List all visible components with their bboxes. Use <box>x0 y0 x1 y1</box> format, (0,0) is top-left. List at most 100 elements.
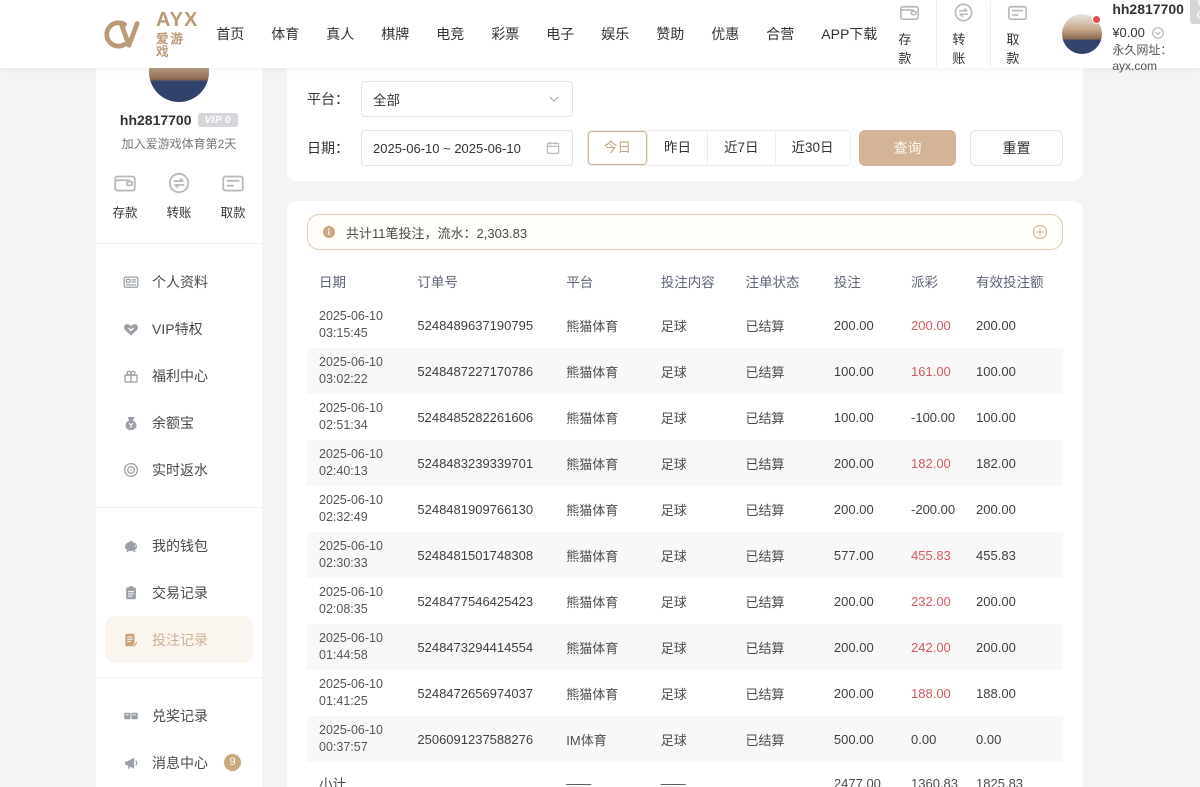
sidebar-item-label: 余额宝 <box>152 413 194 433</box>
cell-date: 2025-06-1002:40:13 <box>307 440 417 486</box>
cell-bet-amount: 200.00 <box>834 486 911 532</box>
rebate-icon <box>122 461 140 479</box>
expand-plus-icon[interactable] <box>1031 223 1049 241</box>
user-avatar[interactable] <box>1062 14 1102 54</box>
table-row: 2025-06-1000:37:572506091237588276IM体育足球… <box>307 716 1063 762</box>
table-row: 2025-06-1001:41:255248472656974037熊猫体育足球… <box>307 670 1063 716</box>
cell-valid-amount: 200.00 <box>976 302 1063 348</box>
range-last7-button[interactable]: 近7日 <box>707 131 775 165</box>
cell-order-number: 5248489637190795 <box>417 302 566 348</box>
sidebar-item-bet-records[interactable]: 投注记录 <box>105 616 253 663</box>
joined-days-text: 加入爱游戏体育第2天 <box>96 135 262 152</box>
nav-item-chess[interactable]: 棋牌 <box>375 18 415 50</box>
cell-bet-amount: 500.00 <box>834 716 911 762</box>
nav-item-lottery[interactable]: 彩票 <box>485 18 525 50</box>
username: hh2817700 <box>1112 0 1184 18</box>
sidebar-deposit-button[interactable]: 存款 <box>112 170 138 221</box>
sidebar-transfer-button[interactable]: 转账 <box>166 170 192 221</box>
main-nav: 首页体育真人棋牌电竞彩票电子娱乐赞助优惠合营 APP下载 <box>210 18 883 50</box>
range-yesterday-button[interactable]: 昨日 <box>647 131 707 165</box>
cell-bet-content: 足球 <box>661 394 746 440</box>
menu-group: 个人资料 VIP特权福利中心余额宝实时返水 <box>96 248 262 503</box>
prize-icon <box>122 707 140 725</box>
cell-valid-amount: 200.00 <box>976 486 1063 532</box>
table-row: 2025-06-1001:44:585248473294414554熊猫体育足球… <box>307 624 1063 670</box>
nav-item-promotions[interactable]: 优惠 <box>705 18 745 50</box>
wallet-icon <box>112 170 138 196</box>
cell-date: 2025-06-1001:41:25 <box>307 670 417 716</box>
query-button[interactable]: 查询 <box>859 130 956 166</box>
cell-order-number: 2506091237588276 <box>417 716 566 762</box>
cell-bet-content: 足球 <box>661 348 746 394</box>
cell-date: 2025-06-1002:32:49 <box>307 486 417 532</box>
sidebar-item-message-center[interactable]: 消息中心9 <box>105 739 253 786</box>
bet-records-panel: 共计11笔投注，流水：2,303.83 日期订单号平台投注内容注单状态投注派彩有… <box>287 201 1083 787</box>
table-row: 2025-06-1003:02:225248487227170786熊猫体育足球… <box>307 348 1063 394</box>
notification-badge: 9 <box>224 754 241 771</box>
brand-logo[interactable]: AYX 爱游戏 <box>96 10 198 58</box>
cell-bet-amount: 100.00 <box>834 348 911 394</box>
sidebar-item-yuebao[interactable]: 余额宝 <box>105 399 253 446</box>
range-last30-button[interactable]: 近30日 <box>775 131 850 165</box>
nav-item-sponsor[interactable]: 赞助 <box>650 18 690 50</box>
calendar-icon <box>545 140 561 156</box>
nav-item-home[interactable]: 首页 <box>210 18 250 50</box>
cell-payout: 242.00 <box>911 624 976 670</box>
brand-mark-icon <box>96 15 148 53</box>
cell-bet-content: 足球 <box>661 486 746 532</box>
cell-date: 2025-06-1002:51:34 <box>307 394 417 440</box>
withdraw-label: 取款 <box>220 202 245 221</box>
cell-payout: 161.00 <box>911 348 976 394</box>
nav-item-entertainment[interactable]: 娱乐 <box>595 18 635 50</box>
date-range-input[interactable]: 2025-06-10 ~ 2025-06-10 <box>361 130 573 166</box>
cell-order-number: 5248481501748308 <box>417 532 566 578</box>
nav-item-live[interactable]: 真人 <box>320 18 360 50</box>
nav-item-sports[interactable]: 体育 <box>265 18 305 50</box>
sidebar-item-rebate[interactable]: 实时返水 <box>105 446 253 493</box>
sidebar-item-wallet[interactable]: 我的钱包 <box>105 522 253 569</box>
purse-icon <box>122 537 140 555</box>
platform-select-value: 全部 <box>373 89 400 109</box>
deposit-button[interactable]: 存款 <box>883 1 936 67</box>
withdraw-button[interactable]: 取款 <box>990 1 1044 67</box>
cell-date: 2025-06-1003:02:22 <box>307 348 417 394</box>
nav-item-esports[interactable]: 电竞 <box>430 18 470 50</box>
subtotal-platform: —— <box>566 762 661 787</box>
cell-payout: 232.00 <box>911 578 976 624</box>
range-today-button[interactable]: 今日 <box>588 131 647 165</box>
cell-bet-amount: 200.00 <box>834 302 911 348</box>
table-header-row: 日期订单号平台投注内容注单状态投注派彩有效投注额 <box>307 260 1063 302</box>
cell-date: 2025-06-1001:44:58 <box>307 624 417 670</box>
sidebar-item-transactions[interactable]: 交易记录 <box>105 569 253 616</box>
cell-order-number: 5248485282261606 <box>417 394 566 440</box>
money-bag-icon <box>122 414 140 432</box>
brand-abbr: AYX <box>156 10 198 30</box>
nav-item-app-download[interactable]: APP下载 <box>815 18 883 50</box>
platform-label: 平台： <box>307 89 361 109</box>
reset-button[interactable]: 重置 <box>970 130 1063 166</box>
transfer-label: 转账 <box>166 202 191 221</box>
transfer-button[interactable]: 转账 <box>936 1 990 67</box>
sidebar-item-vip[interactable]: VIP特权 <box>105 305 253 352</box>
cell-platform: 熊猫体育 <box>566 348 661 394</box>
nav-item-affiliate[interactable]: 合营 <box>760 18 800 50</box>
cell-date: 2025-06-1002:08:35 <box>307 578 417 624</box>
sidebar-item-label: 福利中心 <box>152 366 208 386</box>
cell-platform: IM体育 <box>566 716 661 762</box>
cell-payout: 0.00 <box>911 716 976 762</box>
table-row: 2025-06-1002:08:355248477546425423熊猫体育足球… <box>307 578 1063 624</box>
sidebar-item-label: VIP特权 <box>152 319 203 339</box>
cell-order-number: 5248473294414554 <box>417 624 566 670</box>
sidebar-item-label: 实时返水 <box>152 460 208 480</box>
sidebar-item-profile[interactable]: 个人资料 <box>105 258 253 305</box>
nav-item-slots[interactable]: 电子 <box>540 18 580 50</box>
sidebar-withdraw-button[interactable]: 取款 <box>220 170 246 221</box>
table-row: 2025-06-1002:51:345248485282261606熊猫体育足球… <box>307 394 1063 440</box>
cell-status: 已结算 <box>745 578 833 624</box>
sidebar-item-welfare[interactable]: 福利中心 <box>105 352 253 399</box>
cell-valid-amount: 0.00 <box>976 716 1063 762</box>
refresh-balance-icon[interactable] <box>1151 26 1165 40</box>
sidebar-item-prize-records[interactable]: 兑奖记录 <box>105 692 253 739</box>
platform-select[interactable]: 全部 <box>361 81 573 117</box>
bets-icon <box>122 631 140 649</box>
